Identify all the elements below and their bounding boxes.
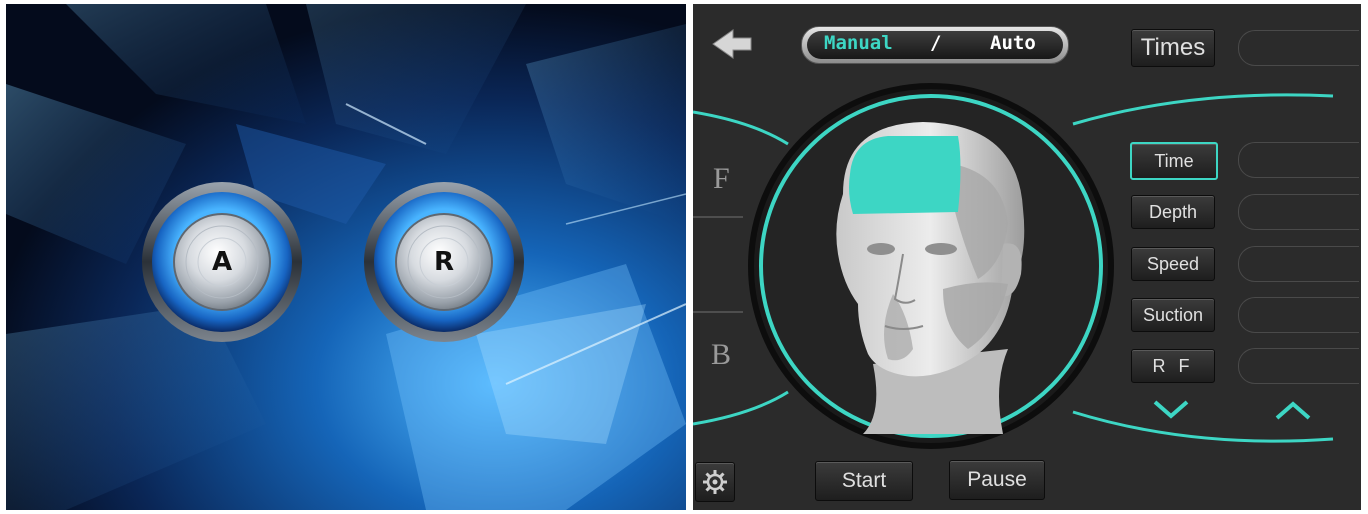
chevron-down-icon[interactable] [1151,398,1191,422]
time-label: Time [1154,151,1194,171]
depth-label: Depth [1148,202,1198,222]
treatment-control-screen: Manual / Auto Times F B Time Depth Speed… [693,4,1361,510]
back-side-label[interactable]: B [711,338,731,372]
settings-button[interactable] [695,462,735,502]
pause-button[interactable]: Pause [949,460,1045,500]
r-button-label: R [433,247,455,277]
speed-label: Speed [1146,254,1200,274]
mode-switch[interactable]: Manual / Auto [801,26,1069,64]
speed-param-button[interactable]: Speed [1131,247,1215,281]
a-button-label: A [211,247,233,277]
rf-param-button[interactable]: R F [1131,349,1215,383]
time-param-button[interactable]: Time [1130,142,1218,180]
times-button[interactable]: Times [1131,29,1215,67]
suction-label: Suction [1142,305,1204,325]
chevron-up-icon[interactable] [1273,398,1313,422]
suction-param-button[interactable]: Suction [1131,298,1215,332]
time-value-field [1238,142,1359,178]
abstract-background [6,4,686,510]
rf-value-field [1238,348,1359,384]
auto-mode-option[interactable]: Auto [990,32,1036,54]
back-arrow-icon[interactable] [711,28,753,60]
rf-label: R F [1152,356,1194,376]
mode-separator: / [930,32,942,54]
depth-value-field [1238,194,1359,230]
gear-icon [703,470,727,494]
manual-mode-option[interactable]: Manual [824,32,893,54]
head-illustration [836,122,1025,434]
start-label: Start [841,469,887,492]
times-label: Times [1140,34,1206,61]
suction-value-field [1238,297,1359,333]
pause-label: Pause [967,468,1027,491]
speed-value-field [1238,246,1359,282]
times-value-field [1238,30,1359,66]
start-button[interactable]: Start [815,461,913,501]
depth-param-button[interactable]: Depth [1131,195,1215,229]
splash-screen: A R [6,4,686,510]
front-side-label[interactable]: F [713,162,730,196]
